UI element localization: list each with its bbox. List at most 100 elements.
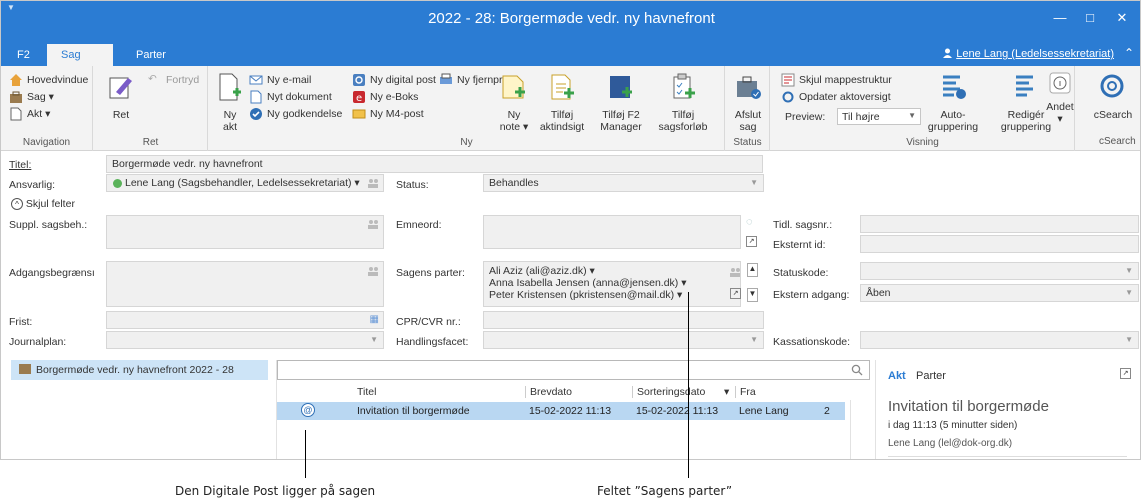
tidl-sagsnr-field[interactable] [860, 215, 1139, 233]
tilfoej-sagsforloeb-button[interactable]: Tilføj sagsforløb [655, 72, 711, 133]
tree-item-case[interactable]: Borgermøde vedr. ny havnefront 2022 - 28 [11, 360, 268, 380]
callout-sagens-parter: Feltet ”Sagens parter” [597, 484, 733, 498]
ansvarlig-field[interactable]: Lene Lang (Sagsbehandler, Ledelsessekret… [106, 174, 384, 192]
edit-group-icon [1016, 75, 1033, 97]
tilfoej-aktindsigt-button[interactable]: Tilføj aktindsigt [537, 72, 587, 133]
sort-desc-icon[interactable]: ▾ [724, 386, 729, 398]
group-ny: Ny akt Ny e-mail Nyt dokument Ny godkend… [209, 66, 725, 151]
window-title: 2022 - 28: Borgermøde vedr. ny havnefron… [428, 10, 715, 27]
hovedvindue-button[interactable]: Hovedvindue [9, 73, 88, 87]
kassationskode-select[interactable]: ▼ [860, 331, 1139, 349]
people-icon[interactable] [729, 267, 741, 277]
title-bar: ▼ 2022 - 28: Borgermøde vedr. ny havnefr… [1, 1, 1140, 44]
user-link[interactable]: Lene Lang (Ledelsessekretariat) [943, 48, 1114, 60]
preview-tab-parter[interactable]: Parter [916, 370, 946, 382]
sagsforloeb-icon [673, 73, 695, 99]
list-search-input[interactable] [277, 360, 870, 380]
ribbon: Hovedvindue Sag ▾ Akt ▾ Navigation Ret ↶… [1, 66, 1140, 151]
tag-icon[interactable]: ◌ [746, 216, 753, 228]
csearch-button[interactable]: cSearch [1091, 72, 1135, 121]
close-case-icon [737, 76, 761, 99]
case-icon [19, 364, 31, 374]
skjul-mappestruktur-button[interactable]: Skjul mappestruktur [781, 73, 892, 87]
new-document-icon [219, 73, 241, 101]
list-scrollbar[interactable] [850, 400, 861, 459]
user-icon [943, 48, 953, 58]
calendar-icon[interactable]: ▦ [370, 314, 379, 325]
minimize-button[interactable]: — [1046, 8, 1074, 28]
ny-akt-button[interactable]: Ny akt [217, 72, 243, 133]
ny-digital-post-button[interactable]: Ny digital post [352, 73, 436, 87]
cpr-cvr-label: CPR/CVR nr.: [396, 316, 461, 328]
ekstern-adgang-select[interactable]: Åben ▼ [860, 284, 1139, 302]
people-icon[interactable] [367, 219, 379, 229]
maximize-button[interactable]: □ [1076, 8, 1104, 28]
afslut-sag-button[interactable]: Afslut sag [732, 72, 764, 133]
ny-note-button[interactable]: Ny note ▾ [497, 72, 531, 133]
search-icon[interactable] [851, 364, 863, 376]
ekstern-adgang-label: Ekstern adgang: [773, 289, 850, 301]
handlingsfacet-select[interactable]: ▼ [483, 331, 764, 349]
emneord-field[interactable] [483, 215, 741, 249]
eksternt-id-field[interactable] [860, 235, 1139, 253]
ny-eboks-button[interactable]: e Ny e-Boks [352, 90, 418, 104]
email-icon [249, 75, 263, 85]
digital-post-icon: @ [301, 403, 315, 417]
chevron-down-icon: ▼ [750, 178, 758, 187]
popout-icon[interactable]: ↗ [1120, 368, 1131, 379]
preview-tab-akt[interactable]: Akt [888, 370, 906, 382]
journalplan-select[interactable]: ▼ [106, 331, 384, 349]
skjul-felter-toggle[interactable]: ^ Skjul felter [11, 198, 75, 210]
f2-manager-icon [610, 76, 632, 98]
group-status: Afslut sag Status [726, 66, 770, 151]
refresh-icon [782, 91, 794, 103]
ny-email-button[interactable]: Ny e-mail [249, 73, 311, 87]
sag-menu-button[interactable]: Sag ▾ [9, 90, 54, 104]
fortryd-button[interactable]: ↶ Fortryd [148, 73, 199, 87]
expand-icon[interactable]: ↗ [746, 236, 757, 247]
ret-button[interactable]: Ret [106, 72, 136, 121]
tab-sag[interactable]: Sag [47, 44, 113, 66]
cpr-cvr-field[interactable] [483, 311, 764, 329]
suppl-sagsbeh-field[interactable] [106, 215, 384, 249]
sagens-parter-field[interactable]: Ali Aziz (ali@aziz.dk) ▾ Anna Isabella J… [483, 261, 741, 307]
statuskode-select[interactable]: ▼ [860, 262, 1139, 280]
document-icon [250, 90, 262, 104]
akt-menu-button[interactable]: Akt ▾ [9, 107, 50, 121]
nyt-dokument-button[interactable]: Nyt dokument [249, 90, 332, 104]
part-item[interactable]: Peter Kristensen (pkristensen@mail.dk) ▾ [489, 289, 735, 301]
tilfoej-f2-manager-button[interactable]: Tilføj F2 Manager [595, 72, 647, 133]
close-button[interactable]: ✕ [1108, 8, 1136, 28]
auto-gruppering-button[interactable]: Auto- gruppering [921, 72, 985, 133]
frist-field[interactable]: ▦ [106, 311, 384, 329]
opdater-aktoversigt-button[interactable]: Opdater aktoversigt [781, 90, 891, 104]
status-label: Status: [396, 179, 429, 191]
collapse-ribbon-icon[interactable]: ⌃ [1124, 46, 1134, 60]
tab-f2[interactable]: F2 [3, 44, 44, 66]
column-header-brevdato[interactable]: Brevdato [525, 386, 572, 398]
part-item[interactable]: Ali Aziz (ali@aziz.dk) ▾ [489, 265, 735, 277]
column-header-sorteringsdato[interactable]: Sorteringsdato [632, 386, 705, 398]
emneord-label: Emneord: [396, 219, 442, 231]
adgangsbegraensning-field[interactable] [106, 261, 384, 307]
preview-select[interactable]: Til højre ▼ [837, 108, 921, 125]
table-row[interactable]: @ Invitation til borgermøde 15-02-2022 1… [277, 402, 845, 420]
status-select[interactable]: Behandles ▼ [483, 174, 764, 192]
part-item[interactable]: Anna Isabella Jensen (anna@jensen.dk) ▾ [489, 277, 735, 289]
ny-m4-post-button[interactable]: Ny M4-post [352, 107, 424, 121]
column-header-fra[interactable]: Fra [735, 386, 756, 398]
people-icon[interactable] [367, 266, 379, 276]
group-label: Navigation [22, 137, 71, 148]
column-header-titel[interactable]: Titel [357, 386, 376, 398]
expand-icon[interactable]: ↗ [730, 288, 741, 299]
group-visning: Skjul mappestruktur Opdater aktoversigt … [771, 66, 1075, 151]
titel-field[interactable]: Borgermøde vedr. ny havnefront [106, 155, 763, 173]
edit-icon [109, 77, 132, 99]
ansvarlig-label: Ansvarlig: [9, 179, 56, 191]
scroll-up-icon[interactable]: ▲ [747, 263, 758, 277]
scroll-down-icon[interactable]: ▼ [747, 288, 758, 302]
andet-button[interactable]: Andet ▾ [1045, 72, 1075, 125]
ny-godkendelse-button[interactable]: Ny godkendelse [249, 107, 342, 121]
tab-parter[interactable]: Parter [122, 44, 180, 66]
people-icon[interactable] [367, 178, 379, 188]
